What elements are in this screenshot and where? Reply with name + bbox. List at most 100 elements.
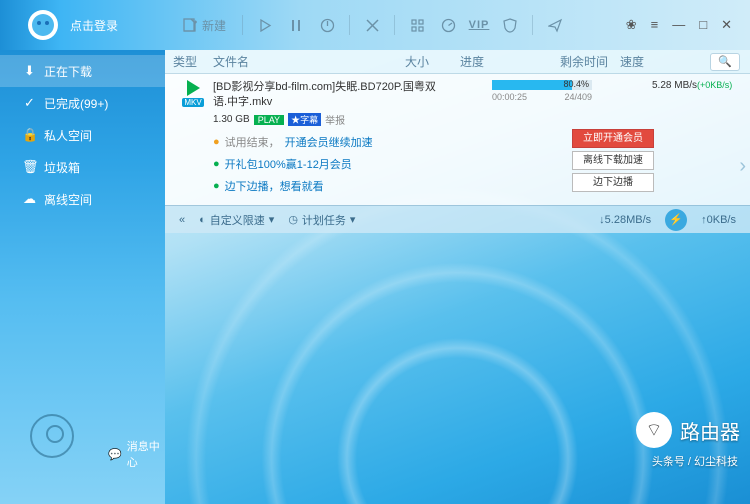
avatar-icon xyxy=(28,10,58,40)
col-remain[interactable]: 剩余时间 xyxy=(560,53,620,70)
pause-button[interactable] xyxy=(282,11,310,39)
progress-percent: 80.4% xyxy=(563,79,589,89)
title-bar: 点击登录 新建 VIP ❀ ≡ — □ ✕ xyxy=(0,0,750,50)
promo-link[interactable]: 开礼包100%赢1-12月会员 xyxy=(225,156,352,172)
play-while-download-button[interactable]: 边下边播 xyxy=(572,173,654,192)
progress-bar: 80.4% xyxy=(492,80,592,90)
search-icon: 🔍 xyxy=(718,55,732,68)
sidebar-item-trash[interactable]: 🗑 垃圾箱 xyxy=(0,151,165,183)
skin-button[interactable]: ❀ xyxy=(626,17,637,33)
col-type[interactable]: 类型 xyxy=(173,53,213,70)
maximize-button[interactable]: □ xyxy=(699,17,707,33)
sidebar-item-label: 正在下载 xyxy=(44,63,92,80)
promo-link[interactable]: 边下边播，想看就看 xyxy=(225,178,324,194)
vip-icon: VIP xyxy=(469,19,490,31)
sidebar-item-label: 已完成(99+) xyxy=(44,95,108,112)
chevron-left-icon[interactable]: « xyxy=(179,214,185,226)
progress-fill xyxy=(492,80,572,90)
cloud-icon: ☁ xyxy=(22,191,37,207)
chevron-down-icon: ▾ xyxy=(350,213,356,226)
start-button[interactable] xyxy=(251,11,279,39)
dot-icon: ● xyxy=(213,158,220,170)
file-icon: MKV xyxy=(173,80,213,127)
watermark-logo xyxy=(30,414,85,489)
new-task-button[interactable]: 新建 xyxy=(175,11,234,39)
sidebar-item-private[interactable]: 🔒 私人空间 xyxy=(0,119,165,151)
separator xyxy=(394,15,395,35)
vip-button[interactable]: VIP xyxy=(465,11,493,39)
gauge-icon: ◐ xyxy=(199,214,206,226)
branding-router: ⌔ 路由器 xyxy=(636,412,740,448)
play-badge[interactable]: PLAY xyxy=(254,115,284,125)
share-button[interactable] xyxy=(541,11,569,39)
minimize-button[interactable]: — xyxy=(672,17,685,33)
subtitle-badge[interactable]: 字幕 xyxy=(288,113,321,126)
shield-button[interactable] xyxy=(496,11,524,39)
pieces-count: 24/409 xyxy=(564,92,592,102)
col-speed[interactable]: 速度 xyxy=(620,53,710,70)
separator xyxy=(349,15,350,35)
elapsed-time: 00:00:25 xyxy=(492,92,527,102)
window-controls: ❀ ≡ — □ ✕ xyxy=(626,17,750,33)
toolbar: 新建 VIP xyxy=(165,11,626,39)
dot-icon: ● xyxy=(213,180,220,192)
login-area[interactable]: 点击登录 xyxy=(0,10,165,40)
router-text: 路由器 xyxy=(680,416,740,445)
message-center[interactable]: 💬消息中心 xyxy=(108,438,165,470)
search-input[interactable]: 🔍 xyxy=(710,53,740,71)
buy-vip-button[interactable]: 立即开通会员 xyxy=(572,129,654,148)
sidebar-item-label: 离线空间 xyxy=(44,191,92,208)
column-headers: 类型 文件名 大小 进度 剩余时间 速度 🔍 xyxy=(165,50,750,74)
accelerate-button[interactable] xyxy=(434,11,462,39)
sidebar-item-downloading[interactable]: ⬇ 正在下载 xyxy=(0,55,165,87)
new-label: 新建 xyxy=(202,17,226,34)
speed-cell: 5.28 MB/s(+0KB/s) xyxy=(652,80,742,127)
file-size: 1.30 GB xyxy=(213,114,250,125)
pause-icon xyxy=(290,19,302,32)
trash-icon: 🗑 xyxy=(22,159,37,175)
col-name[interactable]: 文件名 xyxy=(213,53,405,70)
chevron-down-icon: ▾ xyxy=(269,213,275,226)
status-bar: « ◐自定义限速▾ ◷计划任务▾ ↓5.28MB/s ⚡ ↑0KB/s xyxy=(165,205,750,233)
speed-limit-button[interactable]: ◐自定义限速▾ xyxy=(199,212,274,228)
grid-icon xyxy=(411,19,424,32)
report-link[interactable]: 举报 xyxy=(325,112,345,127)
plan-label: 计划任务 xyxy=(302,212,346,228)
sidebar-item-offline[interactable]: ☁ 离线空间 xyxy=(0,183,165,215)
menu-button[interactable]: ≡ xyxy=(651,17,659,33)
delete-button[interactable] xyxy=(358,11,386,39)
offline-accel-button[interactable]: 离线下载加速 xyxy=(572,151,654,170)
plan-task-button[interactable]: ◷ 计划任务 ▾ xyxy=(288,212,355,228)
close-button[interactable]: ✕ xyxy=(721,17,732,33)
gauge-icon xyxy=(441,18,456,33)
check-icon: ✓ xyxy=(22,95,37,111)
next-arrow[interactable]: › xyxy=(739,155,746,178)
lock-icon: 🔒 xyxy=(22,127,37,143)
promo-link[interactable]: 开通会员继续加速 xyxy=(285,134,373,150)
wifi-icon: ⌔ xyxy=(636,412,672,448)
accel-circle-button[interactable]: ⚡ xyxy=(665,209,687,231)
sidebar-item-completed[interactable]: ✓ 已完成(99+) xyxy=(0,87,165,119)
new-icon xyxy=(183,18,197,32)
col-size[interactable]: 大小 xyxy=(405,53,460,70)
upload-speed: ↑0KB/s xyxy=(701,214,736,226)
x-icon xyxy=(366,19,379,32)
speed-value: 5.28 xyxy=(652,80,671,91)
play-icon xyxy=(259,19,272,32)
sidebar-item-label: 私人空间 xyxy=(44,127,92,144)
task-row[interactable]: MKV [BD影视分享bd-film.com]失眠.BD720P.国粤双语.中字… xyxy=(165,74,750,131)
col-progress[interactable]: 进度 xyxy=(460,53,560,70)
send-icon xyxy=(548,18,563,33)
separator xyxy=(242,15,243,35)
grid-button[interactable] xyxy=(403,11,431,39)
branding-sub: 头条号 / 幻尘科技 xyxy=(652,453,738,469)
promo-area: 立即开通会员 离线下载加速 边下边播 ●试用结束，开通会员继续加速 ●开礼包10… xyxy=(165,131,750,205)
message-label: 消息中心 xyxy=(127,438,165,470)
progress-cell: 80.4% 00:00:25 24/409 xyxy=(492,80,592,127)
play-triangle-icon xyxy=(187,80,200,96)
clock-icon: ◷ xyxy=(288,213,298,226)
separator xyxy=(532,15,533,35)
restart-button[interactable] xyxy=(313,11,341,39)
download-icon: ⬇ xyxy=(22,63,37,79)
sidebar-item-label: 垃圾箱 xyxy=(44,159,80,176)
